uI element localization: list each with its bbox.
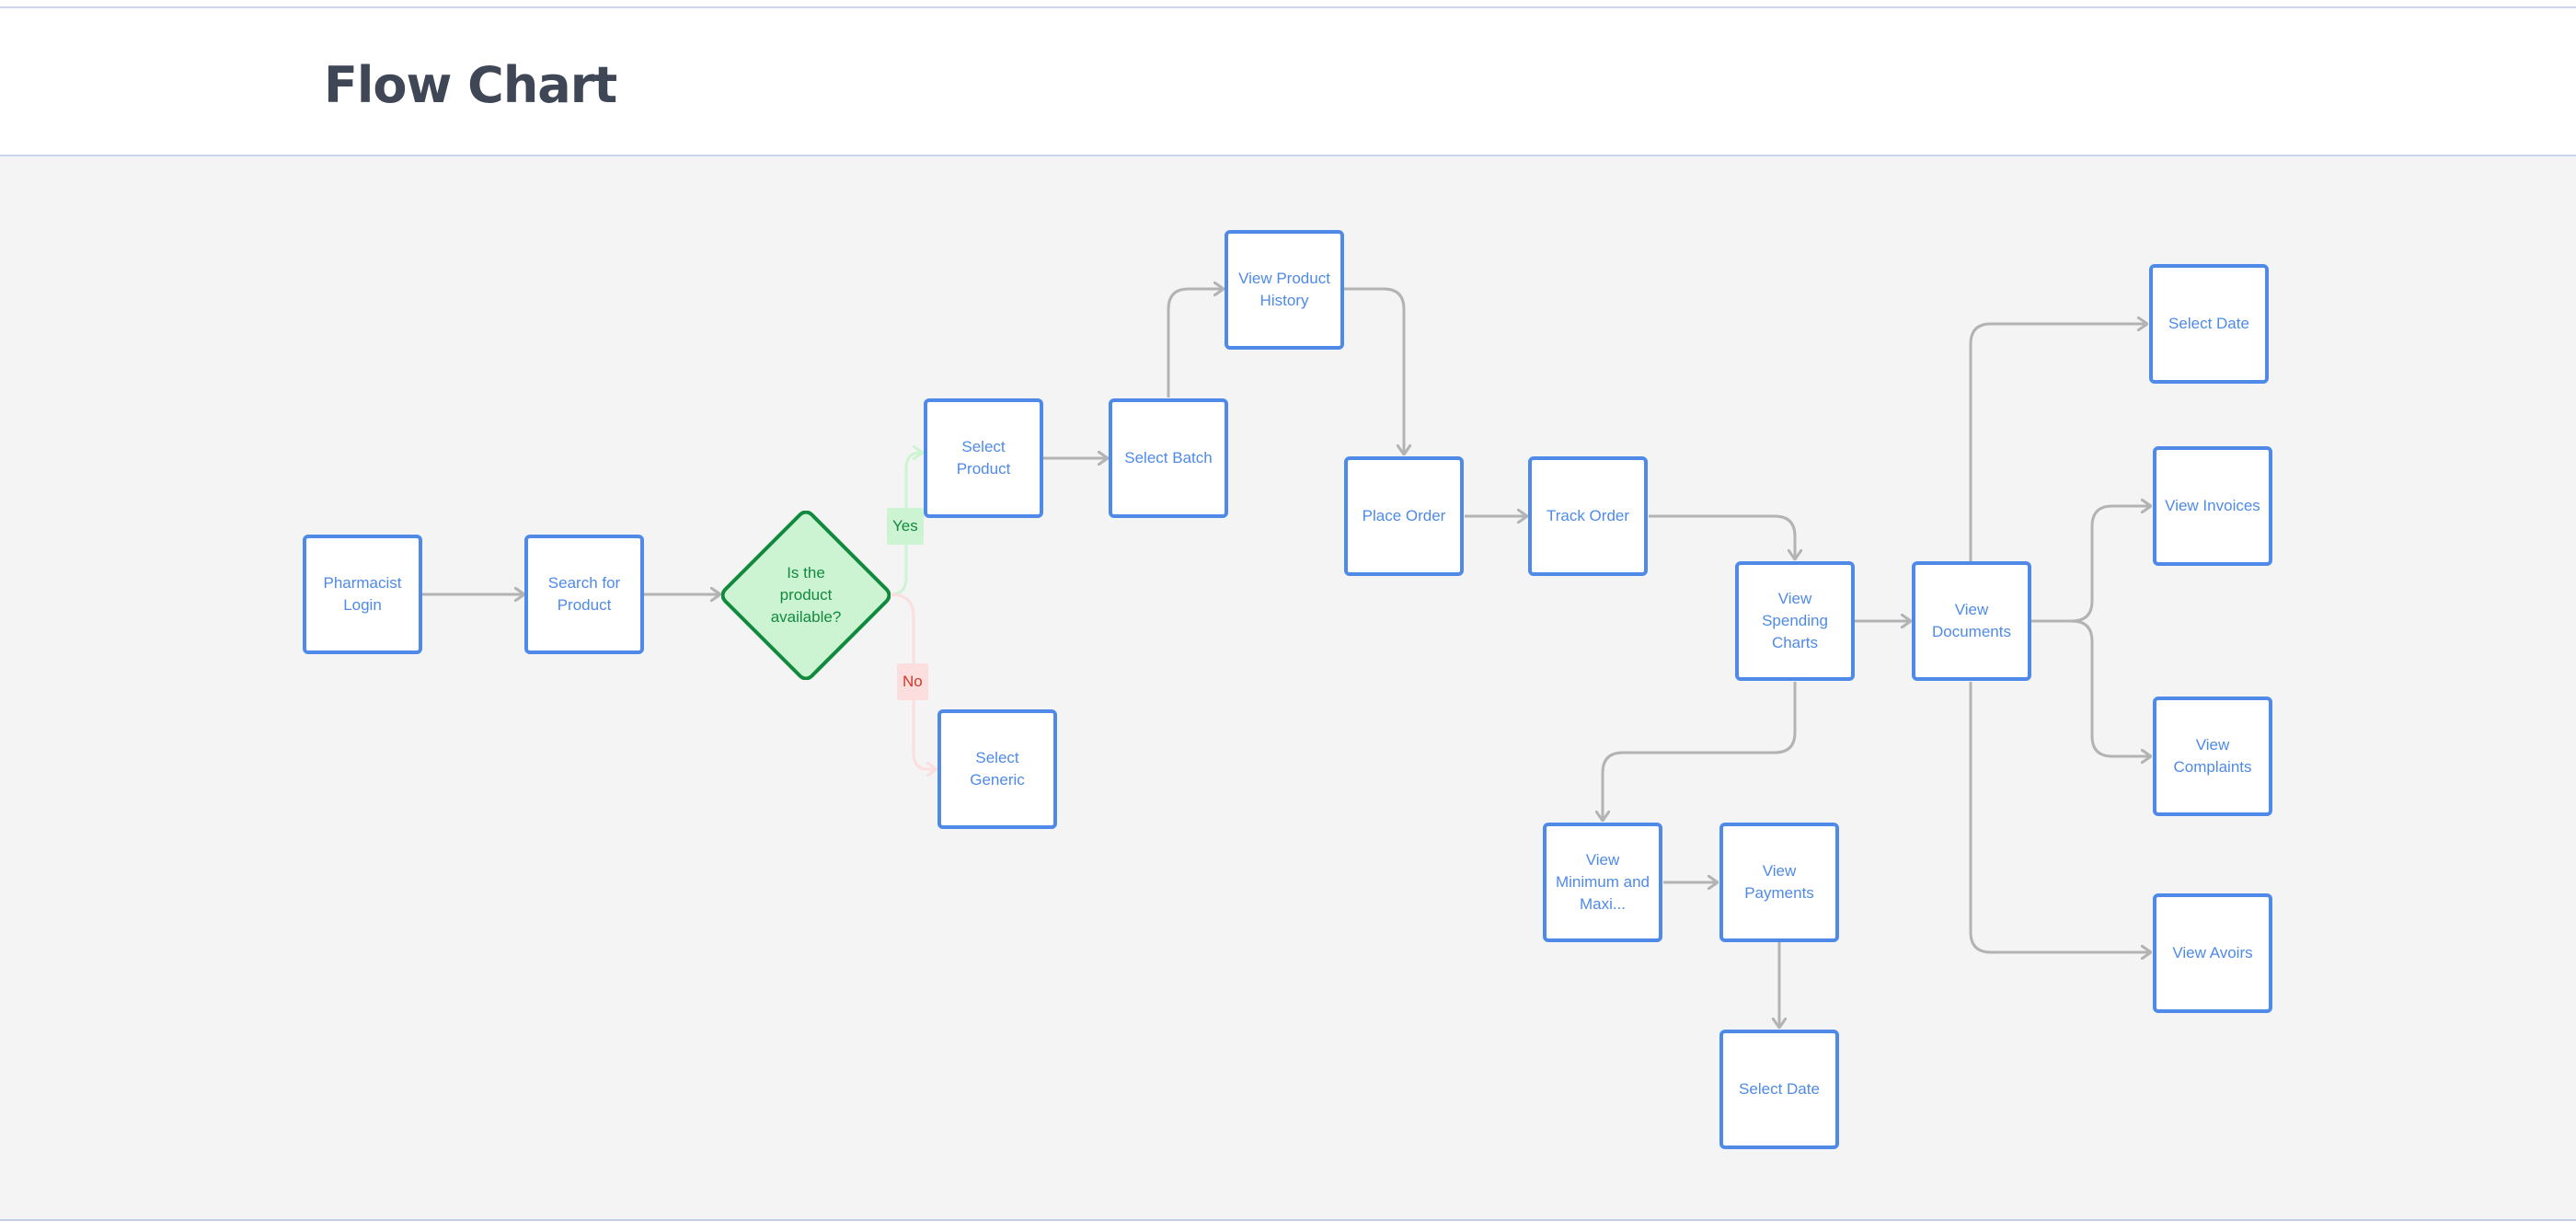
node-label: Track Order [1546,507,1630,524]
node-label: Select Product [956,438,1011,478]
node-label: Place Order [1362,507,1446,524]
node-pharmacist-login[interactable]: Pharmacist Login [303,535,422,654]
node-label: Select Batch [1124,449,1213,466]
node-label: Select Date [1739,1080,1820,1098]
node-select-date-documents[interactable]: Select Date [2149,264,2269,384]
decision-product-available[interactable]: Is the product available? [721,511,891,680]
decision-text: Is the product available? [770,564,842,626]
node-label: View Complaints [2173,736,2252,776]
node-label: View Minimum and Maxi... [1555,851,1650,913]
node-label: View Documents [1932,601,2011,640]
no-label: No [897,663,928,700]
node-track-order[interactable]: Track Order [1528,456,1648,576]
node-place-order[interactable]: Place Order [1344,456,1464,576]
node-label: View Avoirs [2172,944,2253,961]
node-label: View Payments [1744,862,1814,902]
node-label: View Spending Charts [1762,590,1828,651]
node-view-complaints[interactable]: View Complaints [2153,697,2272,816]
node-view-min-max[interactable]: View Minimum and Maxi... [1543,823,1662,942]
node-search-for-product[interactable]: Search for Product [524,535,644,654]
node-select-batch[interactable]: Select Batch [1109,398,1228,518]
node-label: View Product History [1238,270,1330,309]
node-view-spending-charts[interactable]: View Spending Charts [1735,561,1855,681]
node-label: Select Date [2168,315,2249,332]
page-title: Flow Chart [324,56,617,114]
node-view-avoirs[interactable]: View Avoirs [2153,893,2272,1013]
node-view-payments[interactable]: View Payments [1719,823,1839,942]
node-view-invoices[interactable]: View Invoices [2153,446,2272,566]
node-select-date-payments[interactable]: Select Date [1719,1030,1839,1149]
node-label: View Invoices [2165,497,2260,514]
node-select-generic[interactable]: Select Generic [937,709,1057,829]
yes-label: Yes [887,508,924,545]
node-view-product-history[interactable]: View Product History [1225,230,1344,350]
node-label: Select Generic [970,749,1025,789]
decision-label: Is the product available? [721,511,891,680]
page-header: Flow Chart [0,8,2576,156]
node-select-product[interactable]: Select Product [924,398,1043,518]
node-label: Search for Product [547,574,621,614]
node-view-documents[interactable]: View Documents [1912,561,2031,681]
node-label: Pharmacist Login [323,574,402,614]
